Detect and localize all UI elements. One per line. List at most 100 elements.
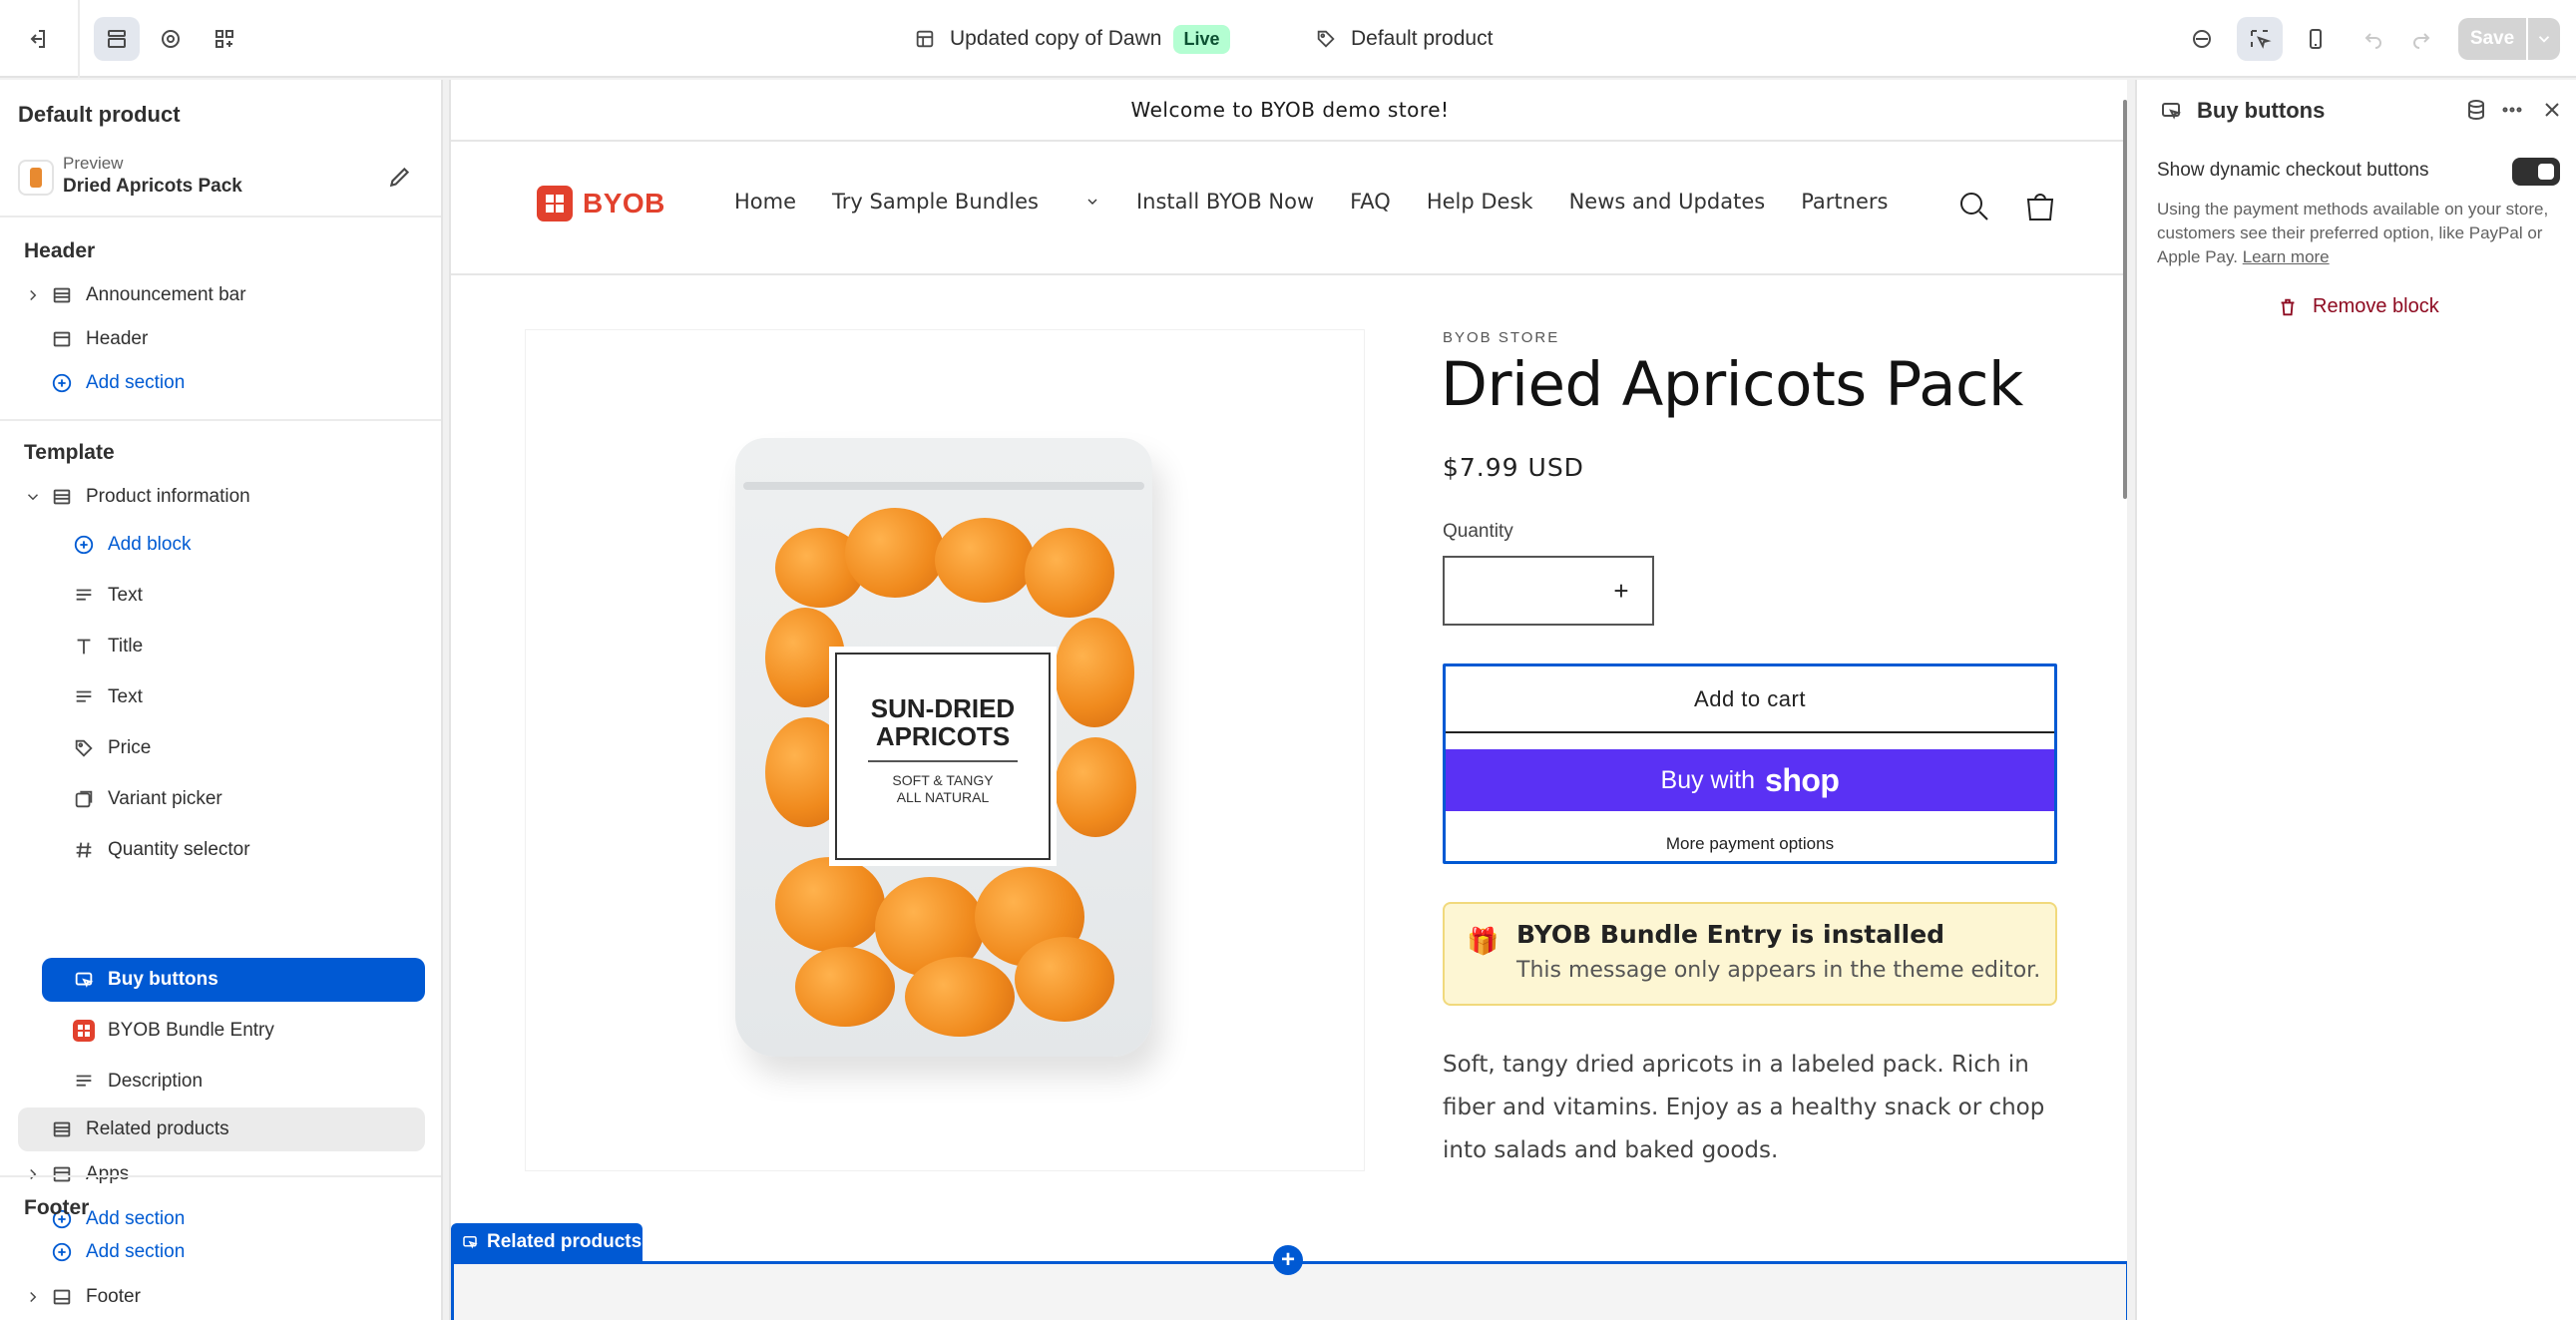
nav-link-partners[interactable]: Partners: [1801, 190, 1888, 214]
bag-label-line: SUN-DRIED: [870, 693, 1016, 723]
product-description: Soft, tangy dried apricots in a labeled …: [1443, 1052, 2045, 1163]
nav-label: Try Sample Bundles: [832, 190, 1039, 214]
inspector-icon[interactable]: [2179, 17, 2225, 61]
section-icon: [50, 1285, 74, 1309]
gear-icon[interactable]: [148, 17, 194, 61]
shop-pay-button[interactable]: Buy with shop: [1446, 749, 2054, 811]
logo-text: BYOB: [583, 188, 665, 219]
more-horizontal-icon[interactable]: [2500, 98, 2526, 124]
sidebar-item-label: Title: [108, 636, 144, 657]
nav-link-help-desk[interactable]: Help Desk: [1427, 190, 1533, 214]
sidebar-item-block-description[interactable]: Description: [42, 1060, 427, 1103]
sidebar-item-footer[interactable]: Footer: [20, 1275, 427, 1319]
apps-icon[interactable]: [202, 17, 247, 61]
theme-selector[interactable]: Updated copy of Dawn Live: [914, 22, 1230, 56]
sidebar-item-block-text[interactable]: Text: [42, 574, 427, 618]
close-icon[interactable]: [2540, 98, 2566, 124]
preview-product[interactable]: Preview Dried Apricots Pack: [18, 152, 427, 202]
chevron-down-icon[interactable]: [24, 488, 42, 506]
settings-header: Buy buttons: [2159, 98, 2325, 124]
theme-name: Updated copy of Dawn: [950, 27, 1162, 50]
plus-circle-icon: [72, 533, 96, 557]
bag-label: SUN-DRIED APRICOTS SOFT & TANGY ALL NATURA…: [829, 647, 1057, 866]
cart-icon[interactable]: [2023, 190, 2057, 223]
nav-link-news-and-updates[interactable]: News and Updates: [1569, 190, 1766, 214]
buy-with-label: Buy with: [1660, 765, 1756, 794]
dynamic-checkout-label: Show dynamic checkout buttons: [2157, 160, 2429, 181]
product-thumbnail: [18, 160, 54, 196]
bag-label-line: APRICOTS: [875, 721, 1011, 751]
chevron-right-icon[interactable]: [24, 1165, 42, 1183]
hash-icon: [72, 838, 96, 862]
buy-button-icon: [2162, 103, 2182, 120]
sidebar-item-block-byob-bundle-entry[interactable]: BYOB Bundle Entry: [42, 1009, 427, 1053]
sidebar-item-label: Variant picker: [108, 788, 222, 809]
section-icon: [50, 283, 74, 307]
quantity-plus-button[interactable]: +: [1604, 574, 1638, 608]
sidebar-item-label: Buy buttons: [108, 969, 218, 990]
remove-block-button[interactable]: Remove block: [2277, 295, 2439, 318]
save-options-button[interactable]: [2528, 18, 2560, 60]
product-title: Dried Apricots Pack: [1441, 349, 2023, 420]
sections-icon[interactable]: [94, 17, 140, 61]
dynamic-checkout-toggle[interactable]: [2512, 158, 2560, 186]
add-section-footer-button[interactable]: Add section: [20, 1230, 427, 1274]
product-vendor: BYOB STORE: [1443, 329, 1560, 346]
sidebar-item-label: Announcement bar: [86, 284, 246, 305]
more-payment-options-link[interactable]: More payment options: [1446, 834, 2054, 854]
redo-icon[interactable]: [2398, 17, 2444, 61]
database-icon[interactable]: [2464, 98, 2490, 124]
sidebar-item-product-information[interactable]: Product information: [20, 475, 427, 519]
template-group-title: Template: [24, 441, 115, 464]
sidebar-item-header[interactable]: Header: [20, 317, 427, 361]
learn-more-link[interactable]: Learn more: [2243, 247, 2330, 266]
sidebar-item-block-quantity-selector[interactable]: Quantity selector: [42, 828, 427, 872]
sidebar-item-apps[interactable]: Apps: [20, 1152, 427, 1196]
chevron-right-icon[interactable]: [24, 286, 42, 304]
add-section-header-button[interactable]: Add section: [20, 361, 427, 405]
divider: [0, 419, 441, 421]
sidebar-item-label: BYOB Bundle Entry: [108, 1020, 274, 1041]
sidebar-item-block-price[interactable]: Price: [42, 726, 427, 770]
byob-install-notice: 🎁 BYOB Bundle Entry is installed This me…: [1443, 902, 2057, 1006]
nav-link-install-byob-now[interactable]: Install BYOB Now: [1136, 190, 1314, 214]
add-to-cart-button[interactable]: Add to cart: [1446, 666, 2054, 733]
add-section-plus-icon[interactable]: +: [1273, 1245, 1303, 1275]
store-logo[interactable]: BYOB: [537, 186, 665, 221]
chevron-right-icon[interactable]: [24, 1288, 42, 1306]
trash-icon: [2281, 298, 2295, 315]
add-block-button[interactable]: Add block: [42, 523, 427, 567]
sidebar-item-block-buy-buttons[interactable]: Buy buttons: [42, 958, 425, 1002]
nav-link-try-sample-bundles[interactable]: Try Sample Bundles: [832, 190, 1100, 214]
sidebar-item-block-variant-picker[interactable]: Variant picker: [42, 777, 427, 821]
buy-buttons-block[interactable]: Add to cart Buy with shop More payment o…: [1443, 663, 2057, 864]
preview-scrollbar[interactable]: [2123, 100, 2127, 499]
template-name: Default product: [1351, 27, 1494, 50]
sidebar-item-related-products[interactable]: Related products: [18, 1107, 425, 1151]
announcement-bar[interactable]: Welcome to BYOB demo store!: [451, 80, 2127, 142]
footer-group-title: Footer: [24, 1196, 90, 1219]
nav-link-home[interactable]: Home: [734, 190, 796, 214]
search-icon[interactable]: [1957, 190, 1991, 223]
exit-icon[interactable]: [14, 17, 60, 61]
add-block-label: Add block: [108, 534, 192, 555]
nav-link-faq[interactable]: FAQ: [1350, 190, 1391, 214]
sidebar-item-announcement-bar[interactable]: Announcement bar: [20, 273, 427, 317]
edit-pencil-icon[interactable]: [387, 164, 413, 190]
sidebar-item-block-text[interactable]: Text: [42, 675, 427, 719]
help-text: Using the payment methods available on y…: [2157, 200, 2549, 266]
select-cursor-icon[interactable]: [2237, 17, 2283, 61]
preview-label: Preview: [63, 154, 124, 173]
product-image[interactable]: SUN-DRIED APRICOTS SOFT & TANGY ALL NATURA…: [525, 329, 1365, 1171]
top-bar: Updated copy of Dawn Live Default produc…: [0, 0, 2576, 78]
related-products-tag[interactable]: Related products: [451, 1223, 643, 1261]
mobile-icon[interactable]: [2293, 17, 2339, 61]
undo-icon[interactable]: [2351, 17, 2396, 61]
template-selector[interactable]: Default product: [1315, 22, 1493, 56]
shop-logo: shop: [1765, 761, 1840, 798]
quantity-stepper[interactable]: +: [1443, 556, 1654, 626]
save-button[interactable]: Save: [2458, 18, 2526, 60]
sidebar-item-block-title[interactable]: Title: [42, 625, 427, 668]
divider: [0, 216, 441, 218]
bag-label-line: SOFT & TANGY: [892, 772, 994, 788]
